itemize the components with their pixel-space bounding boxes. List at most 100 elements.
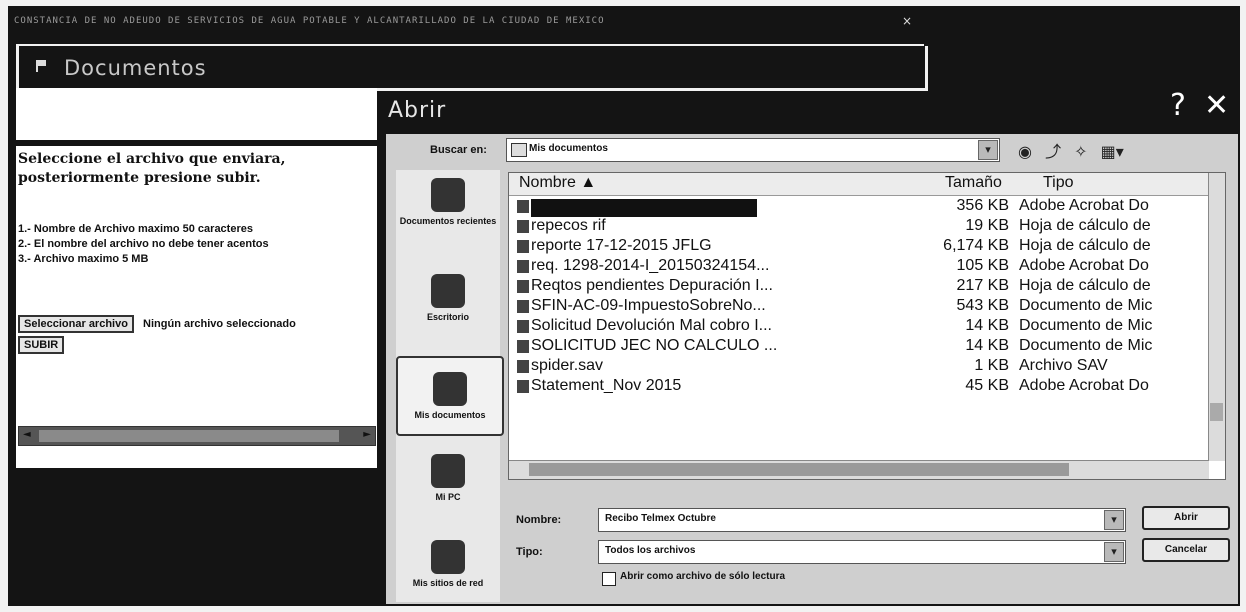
file-row[interactable]: Solicitud Devolución Mal cobro I... 14 K… [509,317,1209,337]
views-menu-icon[interactable]: ▦▾ [1101,142,1124,161]
close-icon[interactable]: ✕ [1204,88,1229,123]
up-folder-icon[interactable]: ⤴ [1045,138,1061,162]
file-size: 217 KB [956,277,1009,294]
file-list: Nombre ▲ Tamaño Tipo 356 KB Adobe Acroba… [508,172,1226,480]
file-list-vertical-scrollbar[interactable] [1208,173,1225,461]
open-button[interactable]: Abrir [1142,506,1230,530]
readonly-label: Abrir como archivo de sólo lectura [620,571,786,582]
file-name: repecos rif [531,217,606,234]
rule-2: 2.- El nombre del archivo no debe tener … [18,238,269,250]
file-size: 19 KB [965,217,1009,234]
pdf-file-icon [517,380,529,393]
filetype-label: Tipo: [516,546,543,558]
file-row[interactable]: SFIN-AC-09-ImpuestoSobreNo... 543 KB Doc… [509,297,1209,317]
column-type[interactable]: Tipo [1043,174,1074,192]
look-in-label: Buscar en: [430,144,487,156]
file-size: 14 KB [965,337,1009,354]
desktop-icon [431,274,465,308]
column-size[interactable]: Tamaño [945,174,1002,192]
place-my-documents[interactable]: Mis documentos [396,356,504,436]
file-size: 6,174 KB [943,237,1009,254]
readonly-checkbox[interactable] [602,572,616,586]
file-type: Adobe Acrobat Do [1019,377,1149,394]
place-recent-documents[interactable]: Documentos recientes [396,178,500,226]
file-type: Documento de Mic [1019,297,1153,314]
file-name: SOLICITUD JEC NO CALCULO ... [531,337,778,354]
file-input-row: Seleccionar archivo Ningún archivo selec… [18,312,296,333]
file-name: reporte 17-12-2015 JFLG [531,237,712,254]
sav-file-icon [517,360,529,373]
flag-icon [36,60,46,72]
upload-panel: Seleccione el archivo que enviara, poste… [16,146,377,468]
file-row[interactable]: Statement_Nov 2015 45 KB Adobe Acrobat D… [509,377,1209,397]
dialog-toolbar: ◉ ⤴ ✧ ▦▾ [1018,138,1132,162]
place-desktop[interactable]: Escritorio [396,274,500,322]
chevron-down-icon[interactable]: ▾ [978,140,998,160]
upload-panel-header [16,88,377,140]
spreadsheet-file-icon [517,280,529,293]
file-name: Reqtos pendientes Depuración I... [531,277,773,294]
back-icon[interactable]: ◉ [1018,142,1032,161]
places-bar: Documentos recientes Escritorio Mis docu… [396,170,504,602]
file-size: 45 KB [965,377,1009,394]
chevron-down-icon[interactable]: ▾ [1104,542,1124,562]
file-row[interactable]: Reqtos pendientes Depuración I... 217 KB… [509,277,1209,297]
filename-input[interactable]: Recibo Telmex Octubre ▾ [598,508,1126,532]
my-computer-icon [431,454,465,488]
scroll-right-icon[interactable]: ► [363,429,371,440]
file-row[interactable]: reporte 17-12-2015 JFLG 6,174 KB Hoja de… [509,237,1209,257]
select-file-button[interactable]: Seleccionar archivo [18,315,134,333]
spreadsheet-file-icon [517,220,529,233]
file-size: 1 KB [974,357,1009,374]
file-name: Statement_Nov 2015 [531,377,682,394]
scroll-thumb[interactable] [39,430,339,442]
panel-horizontal-scrollbar[interactable]: ◄ ► [18,426,376,446]
my-documents-icon [433,372,467,406]
filename-label: Nombre: [516,514,562,526]
file-list-horizontal-scrollbar[interactable] [509,460,1209,479]
file-type: Hoja de cálculo de [1019,217,1151,234]
dialog-title: Abrir [388,98,447,123]
column-name[interactable]: Nombre ▲ [519,174,596,192]
file-size: 356 KB [956,197,1009,214]
scroll-thumb[interactable] [529,463,1069,476]
cancel-button[interactable]: Cancelar [1142,538,1230,562]
file-name: SFIN-AC-09-ImpuestoSobreNo... [531,297,766,314]
look-in-value: Mis documentos [529,143,608,154]
file-type: Adobe Acrobat Do [1019,257,1149,274]
upload-button[interactable]: SUBIR [18,336,65,354]
file-row[interactable]: repecos rif 19 KB Hoja de cálculo de [509,217,1209,237]
new-folder-icon[interactable]: ✧ [1074,142,1087,161]
word-file-icon [517,320,529,333]
word-file-icon [517,340,529,353]
rule-3: 3.- Archivo maximo 5 MB [18,253,149,265]
file-type: Adobe Acrobat Do [1019,197,1149,214]
file-size: 14 KB [965,317,1009,334]
place-label: Escritorio [426,312,469,322]
upload-rules: 1.- Nombre de Archivo maximo 50 caracter… [18,222,368,267]
file-type: Hoja de cálculo de [1019,237,1151,254]
chevron-down-icon[interactable]: ▾ [1104,510,1124,530]
file-type: Hoja de cálculo de [1019,277,1151,294]
place-network[interactable]: Mis sitios de red [396,540,500,588]
file-row[interactable]: spider.sav 1 KB Archivo SAV [509,357,1209,377]
scroll-thumb[interactable] [1210,403,1223,421]
file-row[interactable]: SOLICITUD JEC NO CALCULO ... 14 KB Docum… [509,337,1209,357]
file-list-header: Nombre ▲ Tamaño Tipo [509,173,1209,196]
look-in-dropdown[interactable]: Mis documentos ▾ [506,138,1000,162]
filename-value: Recibo Telmex Octubre [605,513,716,524]
network-places-icon [431,540,465,574]
no-file-selected-text: Ningún archivo seleccionado [143,318,296,330]
place-my-computer[interactable]: Mi PC [396,454,500,502]
file-row[interactable]: 356 KB Adobe Acrobat Do [509,197,1209,217]
file-name: Solicitud Devolución Mal cobro I... [531,317,772,334]
caption-close-icon[interactable]: × [902,14,912,28]
help-icon[interactable]: ? [1170,88,1186,123]
pdf-file-icon [517,200,529,213]
place-label: Mis sitios de red [412,578,484,588]
file-row[interactable]: req. 1298-2014-I_20150324154... 105 KB A… [509,257,1209,277]
folder-icon [511,143,527,157]
file-type: Documento de Mic [1019,337,1153,354]
filetype-select[interactable]: Todos los archivos ▾ [598,540,1126,564]
scroll-left-icon[interactable]: ◄ [23,429,31,440]
